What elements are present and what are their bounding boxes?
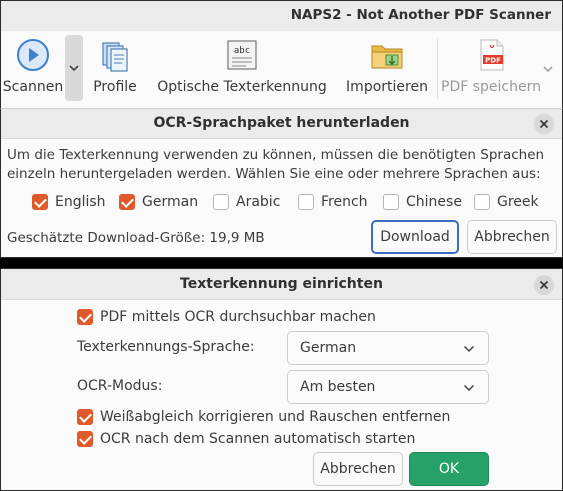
language-checkbox-greek[interactable]: Greek [474, 191, 539, 213]
ocr-language-label: Texterkennungs-Sprache: [77, 339, 255, 355]
folder-import-icon [371, 45, 403, 69]
cancel-button[interactable]: Abbrechen [467, 220, 557, 254]
svg-text:PDF: PDF [485, 57, 501, 65]
language-label: Arabic [236, 194, 281, 210]
chevron-down-icon [463, 384, 475, 392]
language-label: French [321, 194, 368, 210]
dialog-header: Texterkennung einrichten [1, 269, 562, 300]
ocr-label: Optische Texterkennung [157, 79, 327, 95]
checkbox[interactable] [119, 194, 135, 210]
language-label: English [55, 194, 106, 210]
checkbox[interactable] [383, 194, 399, 210]
language-checkbox-german[interactable]: German [119, 191, 198, 213]
svg-text:abc: abc [234, 46, 250, 56]
checkbox[interactable] [213, 194, 229, 210]
download-language-dialog: OCR-Sprachpaket herunterladen Um die Tex… [0, 108, 563, 258]
profiles-button[interactable]: Profile [87, 31, 143, 107]
scan-button[interactable]: Scannen [1, 31, 65, 107]
download-size-text: Geschätzte Download-Größe: 19,9 MB [7, 230, 265, 246]
language-checkbox-english[interactable]: English [32, 191, 106, 213]
dialog-title: Texterkennung einrichten [180, 276, 383, 292]
whitebalance-label: Weißabgleich korrigieren und Rauschen en… [100, 409, 451, 425]
ocr-button[interactable]: abc Optische Texterkennung [157, 31, 327, 107]
save-pdf-label: PDF speichern [441, 79, 541, 95]
searchable-pdf-label: PDF mittels OCR durchsuchbar machen [100, 309, 376, 325]
scan-play-icon [17, 39, 49, 71]
window-titlebar: NAPS2 - Not Another PDF Scanner [1, 1, 562, 31]
main-window: NAPS2 - Not Another PDF Scanner Scannen [0, 0, 563, 109]
chevron-down-icon [463, 345, 475, 353]
import-button[interactable]: Importieren [339, 31, 435, 107]
checkbox[interactable] [474, 194, 490, 210]
scan-dropdown-button[interactable] [65, 35, 83, 101]
download-button[interactable]: Download [371, 220, 459, 254]
text-recognition-icon: abc [227, 40, 257, 70]
language-label: Greek [497, 194, 539, 210]
auto-ocr-label: OCR nach dem Scannen automatisch starten [100, 431, 416, 447]
ok-button[interactable]: OK [409, 452, 489, 486]
checkbox[interactable] [77, 431, 93, 447]
dialog-header: OCR-Sprachpaket herunterladen [1, 109, 562, 139]
checkbox[interactable] [77, 409, 93, 425]
save-pdf-button[interactable]: PDF PDF speichern [441, 31, 541, 107]
close-icon [539, 119, 549, 129]
close-button[interactable] [534, 114, 554, 134]
profiles-icon [102, 42, 128, 72]
close-icon [539, 280, 549, 290]
chevron-down-icon [69, 65, 79, 72]
auto-ocr-checkbox[interactable]: OCR nach dem Scannen automatisch starten [77, 429, 415, 449]
cancel-button[interactable]: Abbrechen [313, 452, 403, 486]
dialog-message: Um die Texterkennung verwenden zu können… [7, 147, 545, 182]
searchable-pdf-checkbox[interactable]: PDF mittels OCR durchsuchbar machen [77, 307, 376, 327]
whitebalance-checkbox[interactable]: Weißabgleich korrigieren und Rauschen en… [77, 407, 450, 427]
close-button[interactable] [534, 275, 554, 295]
main-toolbar: Scannen Profile abc Optische Texterkennu… [1, 31, 562, 109]
ocr-language-select[interactable]: German [287, 331, 489, 365]
language-label: German [142, 194, 199, 210]
checkbox[interactable] [298, 194, 314, 210]
ocr-mode-value: Am besten [300, 379, 376, 395]
window-title: NAPS2 - Not Another PDF Scanner [290, 7, 551, 23]
save-pdf-dropdown-icon[interactable] [542, 63, 554, 75]
language-checkbox-french[interactable]: French [298, 191, 368, 213]
dialog-title: OCR-Sprachpaket herunterladen [153, 115, 410, 131]
ocr-setup-dialog: Texterkennung einrichten PDF mittels OCR… [0, 268, 563, 491]
language-label: Chinese [406, 194, 462, 210]
scan-label: Scannen [2, 79, 64, 95]
ocr-language-value: German [300, 340, 357, 356]
pdf-file-icon: PDF [480, 39, 504, 71]
checkbox[interactable] [77, 309, 93, 325]
language-checkbox-chinese[interactable]: Chinese [383, 191, 462, 213]
import-label: Importieren [346, 79, 428, 95]
profiles-label: Profile [93, 79, 137, 95]
ocr-mode-select[interactable]: Am besten [287, 370, 489, 404]
toolbar-separator [437, 39, 438, 99]
language-checkbox-row: English German Arabic French Chinese Gre… [1, 191, 563, 213]
ocr-mode-label: OCR-Modus: [77, 378, 163, 394]
language-checkbox-arabic[interactable]: Arabic [213, 191, 280, 213]
checkbox[interactable] [32, 194, 48, 210]
